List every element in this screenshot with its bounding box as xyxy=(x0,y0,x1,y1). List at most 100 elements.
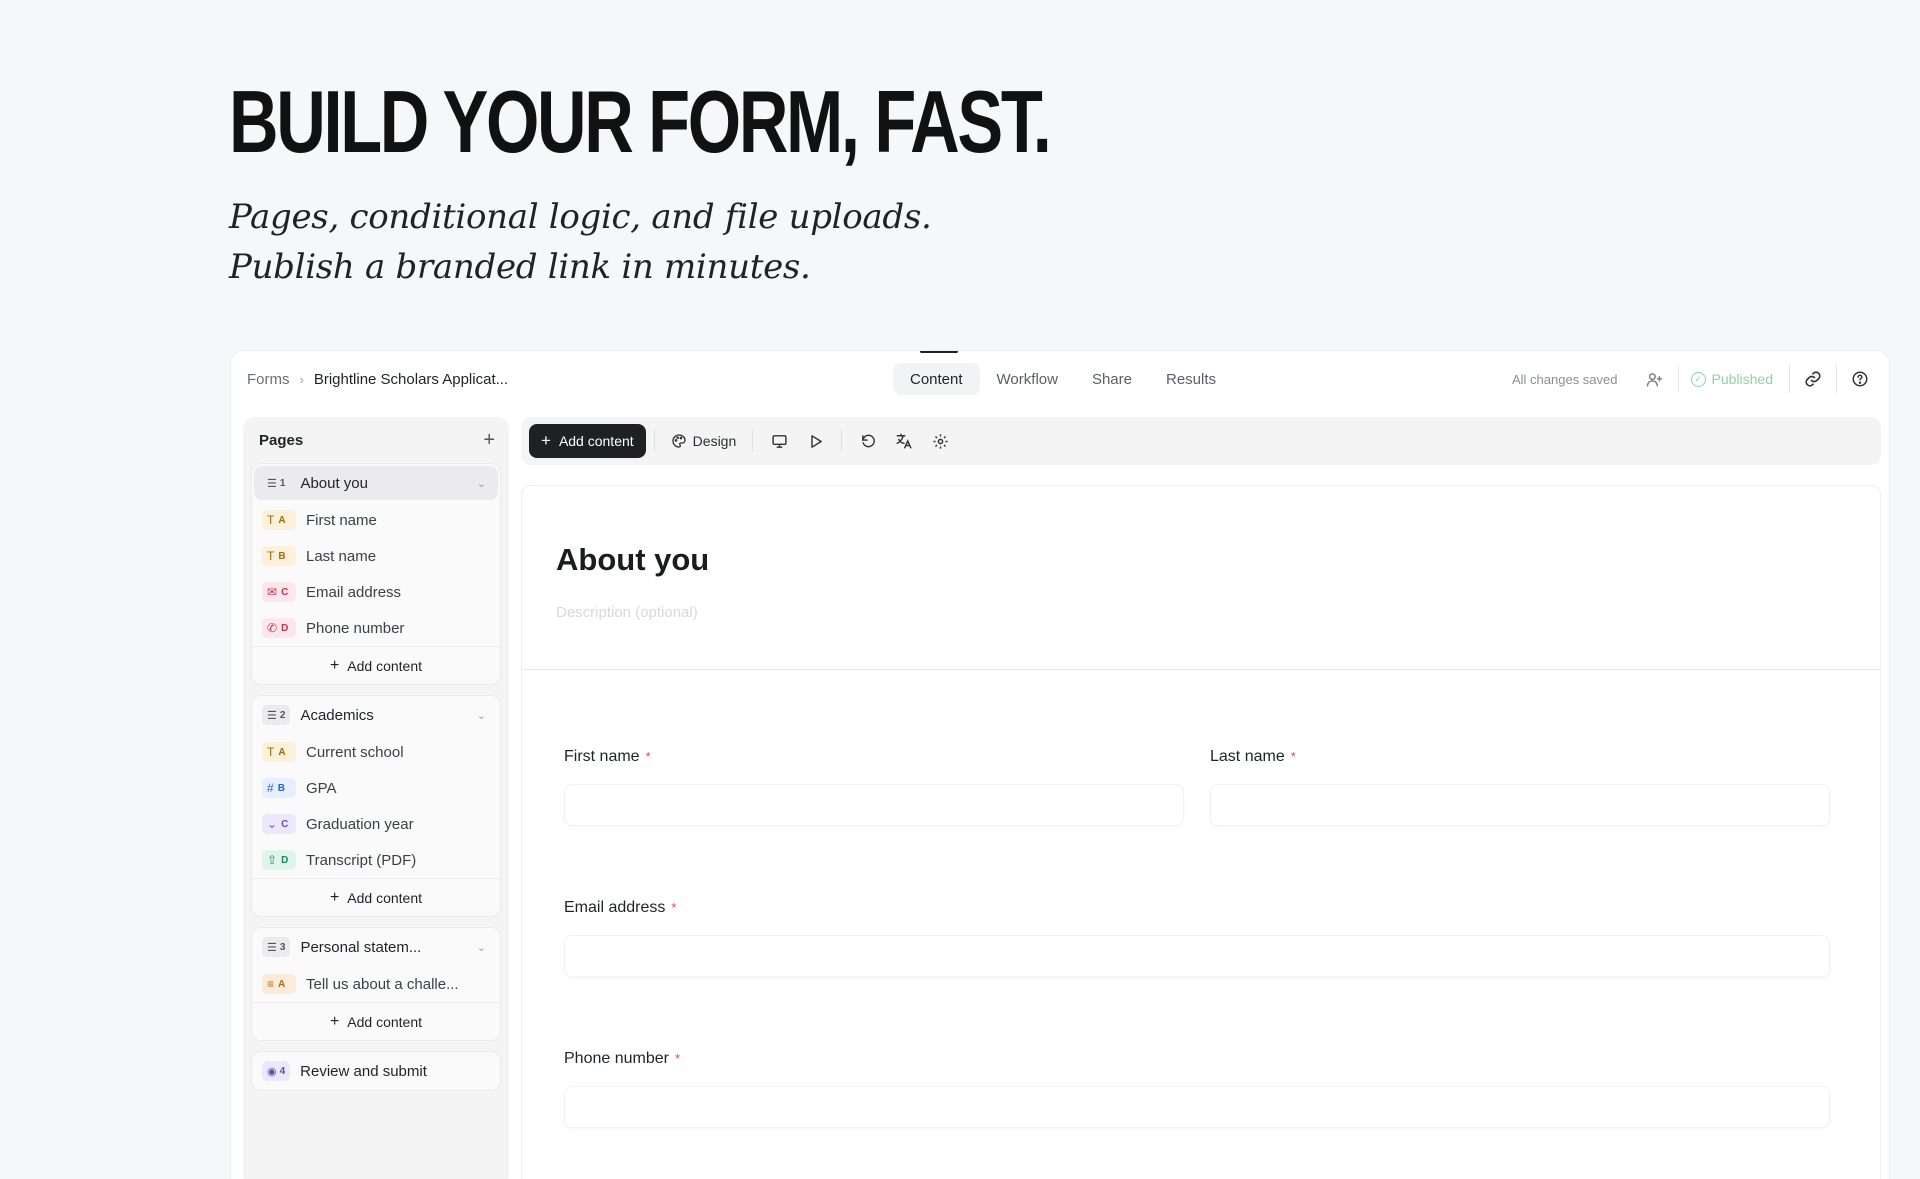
pages-header: Pages + xyxy=(243,417,509,463)
breadcrumb: Forms › Brightline Scholars Applicat... xyxy=(247,351,508,407)
plus-icon: + xyxy=(329,888,340,906)
phone-input[interactable] xyxy=(564,1086,1830,1128)
long-text-field-icon: ≡ A xyxy=(262,974,296,994)
page-number-badge: ☰ 3 xyxy=(262,937,291,957)
divider xyxy=(653,430,655,452)
breadcrumb-forms-link[interactable]: Forms xyxy=(247,371,290,388)
required-marker: * xyxy=(645,749,651,764)
number-field-icon: # B xyxy=(262,778,296,798)
question-label-first-name: First name * xyxy=(564,748,651,765)
field-item[interactable]: ⌄ C Graduation year xyxy=(252,806,500,842)
page-title: Academics xyxy=(300,706,374,724)
field-item[interactable]: TA First name xyxy=(252,502,500,538)
list-icon: ☰ xyxy=(267,941,277,954)
dropdown-field-icon: ⌄ C xyxy=(262,814,296,834)
page-card: ☰ 1 About you ⌄ TA First name TB Last nam… xyxy=(251,463,501,685)
editor-toolbar: + Add content Design xyxy=(521,417,1881,465)
help-icon[interactable] xyxy=(1843,362,1877,396)
field-item[interactable]: ✆ D Phone number xyxy=(252,610,500,646)
tab-results[interactable]: Results xyxy=(1149,363,1233,395)
list-icon: ☰ xyxy=(267,477,277,490)
field-label: Phone number xyxy=(306,619,405,637)
text-field-icon: TA xyxy=(262,742,296,762)
divider xyxy=(752,430,754,452)
last-name-input[interactable] xyxy=(1210,784,1830,826)
design-button[interactable]: Design xyxy=(663,424,745,458)
add-content-label: Add content xyxy=(347,889,423,906)
form-canvas: About you Description (optional) First n… xyxy=(521,485,1881,1179)
chevron-down-icon[interactable]: ⌄ xyxy=(477,709,486,722)
field-label: GPA xyxy=(306,779,337,797)
add-content-label: Add content xyxy=(558,433,634,449)
link-icon[interactable] xyxy=(1796,362,1830,396)
field-item[interactable]: # B GPA xyxy=(252,770,500,806)
page-item-about-you[interactable]: ☰ 1 About you ⌄ xyxy=(254,466,498,500)
add-content-button[interactable]: + Add content xyxy=(252,878,500,916)
play-icon[interactable] xyxy=(797,424,833,458)
field-item[interactable]: TB Last name xyxy=(252,538,500,574)
phone-field-icon: ✆ D xyxy=(262,618,296,638)
divider xyxy=(1789,365,1790,393)
tab-content[interactable]: Content xyxy=(893,363,980,395)
question-label-last-name: Last name * xyxy=(1210,748,1296,765)
page-title: About you xyxy=(300,474,368,492)
page-card: ☰ 2 Academics ⌄ TA Current school # B GPA … xyxy=(251,695,501,917)
field-item[interactable]: ≡ A Tell us about a challe... xyxy=(252,966,500,1002)
upload-field-icon: ⇧ D xyxy=(262,850,296,870)
chevron-down-icon[interactable]: ⌄ xyxy=(477,477,486,490)
list-icon: ☰ xyxy=(267,709,277,722)
tab-share[interactable]: Share xyxy=(1075,363,1149,395)
page-title: Review and submit xyxy=(300,1062,427,1080)
email-input[interactable] xyxy=(564,935,1830,977)
hero-subtitle: Pages, conditional logic, and file uploa… xyxy=(229,192,932,292)
desktop-preview-icon[interactable] xyxy=(761,424,797,458)
settings-icon[interactable] xyxy=(922,424,958,458)
add-content-toolbar-button[interactable]: + Add content xyxy=(529,424,646,458)
add-page-icon[interactable]: + xyxy=(483,430,495,450)
top-right-actions: All changes saved ✓ Published xyxy=(1512,351,1889,407)
page-header: About you Description (optional) xyxy=(522,486,1880,670)
hero-subtitle-line-1: Pages, conditional logic, and file uploa… xyxy=(229,197,932,237)
add-content-label: Add content xyxy=(347,657,423,674)
field-label: Transcript (PDF) xyxy=(306,851,417,869)
required-marker: * xyxy=(1290,749,1296,764)
page-number-badge: ◉ 4 xyxy=(262,1061,291,1081)
page-item-review-and-submit[interactable]: ◉ 4 Review and submit xyxy=(254,1054,498,1088)
page-title: Personal statem... xyxy=(300,938,422,956)
required-marker: * xyxy=(671,900,677,915)
add-content-button[interactable]: + Add content xyxy=(252,646,500,684)
undo-icon[interactable] xyxy=(850,424,886,458)
field-label: Tell us about a challe... xyxy=(306,975,459,993)
add-content-button[interactable]: + Add content xyxy=(252,1002,500,1040)
tab-workflow[interactable]: Workflow xyxy=(980,363,1075,395)
field-label: Current school xyxy=(306,743,404,761)
publish-status-button[interactable]: ✓ Published xyxy=(1690,371,1774,387)
divider xyxy=(1677,365,1679,393)
page-item-academics[interactable]: ☰ 2 Academics ⌄ xyxy=(254,698,498,732)
check-circle-icon: ✓ xyxy=(1690,371,1706,387)
page-item-personal-statement[interactable]: ☰ 3 Personal statem... ⌄ xyxy=(254,930,498,964)
invite-user-icon[interactable] xyxy=(1638,362,1672,396)
first-name-input[interactable] xyxy=(564,784,1184,826)
field-item[interactable]: ✉ C Email address xyxy=(252,574,500,610)
publish-status-label: Published xyxy=(1711,371,1774,387)
page-number-badge: ☰ 2 xyxy=(262,705,291,725)
pages-title: Pages xyxy=(259,431,304,449)
translate-icon[interactable] xyxy=(886,424,922,458)
page-title-editor[interactable]: About you xyxy=(556,542,1846,578)
chevron-down-icon[interactable]: ⌄ xyxy=(477,941,486,954)
top-bar: Forms › Brightline Scholars Applicat... … xyxy=(231,351,1889,407)
page-card: ◉ 4 Review and submit xyxy=(251,1051,501,1091)
page-description-input[interactable]: Description (optional) xyxy=(556,604,1846,621)
add-content-label: Add content xyxy=(347,1013,423,1030)
breadcrumb-current-form[interactable]: Brightline Scholars Applicat... xyxy=(314,371,508,388)
field-item[interactable]: TA Current school xyxy=(252,734,500,770)
plus-icon: + xyxy=(329,1012,340,1030)
text-field-icon: TA xyxy=(262,510,296,530)
field-label: Graduation year xyxy=(306,815,414,833)
field-item[interactable]: ⇧ D Transcript (PDF) xyxy=(252,842,500,878)
question-label-email: Email address * xyxy=(564,899,677,916)
plus-icon: + xyxy=(329,656,340,674)
eye-icon: ◉ xyxy=(267,1065,277,1078)
field-label: First name xyxy=(306,511,377,529)
